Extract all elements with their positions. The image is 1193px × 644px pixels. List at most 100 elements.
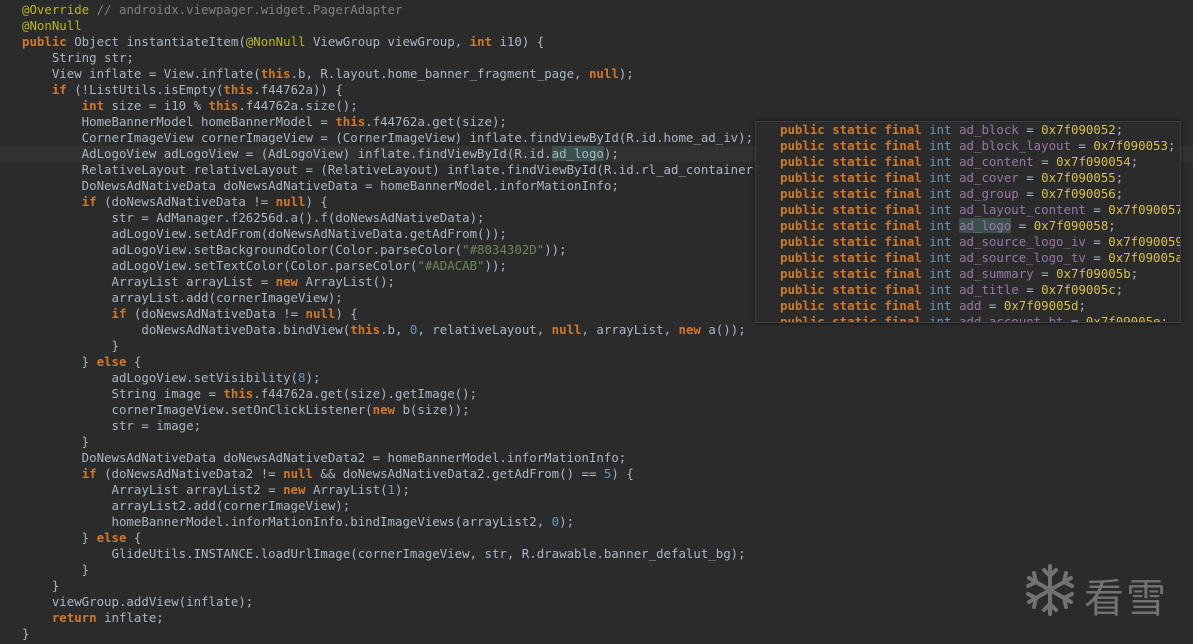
popup-entry[interactable]: public static final int ad_block_layout … [780,138,1175,154]
code-token: new [283,482,306,497]
code-token: ArrayList arrayList = [22,274,276,289]
code-line[interactable]: ArrayList arrayList = new ArrayList(); [22,274,396,290]
popup-entry[interactable]: public static final int ad_summary = 0x7… [780,266,1138,282]
popup-entry[interactable]: public static final int ad_content = 0x7… [780,154,1138,170]
code-line[interactable]: adLogoView.setAdFrom(doNewsAdNativeData.… [22,226,507,242]
code-line[interactable]: adLogoView.setBackgroundColor(Color.pars… [22,242,567,258]
code-line[interactable]: DoNewsAdNativeData doNewsAdNativeData = … [22,178,619,194]
entry-modifiers: public static final [780,314,922,323]
code-token: null [305,306,336,321]
code-line[interactable]: @NonNull [22,18,82,34]
code-token: null [283,466,313,481]
code-token: @Override [22,2,90,17]
entry-type: int [929,250,952,265]
code-line[interactable]: @Override // androidx.viewpager.widget.P… [22,2,402,18]
code-token: @NonNull [245,34,306,49]
popup-entry[interactable]: public static final int ad_source_logo_t… [780,250,1180,266]
code-token: b(size)); [395,402,470,417]
entry-value: 0x7f090052 [1041,122,1116,137]
code-line[interactable]: View inflate = View.inflate(this.b, R.la… [22,66,634,82]
popup-entry[interactable]: public static final int add_account_bt =… [780,314,1168,323]
code-line[interactable]: } else { [22,354,142,370]
code-token: RelativeLayout relativeLayout = (Relativ… [22,162,768,177]
code-line[interactable]: } [22,338,119,354]
entry-type: int [929,202,952,217]
code-line[interactable]: arrayList.add(cornerImageView); [22,290,343,306]
code-token: @NonNull [22,18,82,33]
code-line[interactable]: str = image; [22,418,202,434]
code-line[interactable]: String image = this.f44762a.get(size).ge… [22,386,478,402]
entry-modifiers: public static final [780,154,922,169]
code-token: ); [603,146,619,161]
entry-name: ad_cover [959,170,1019,185]
code-line[interactable]: } [22,562,89,578]
code-line[interactable]: if (doNewsAdNativeData != null) { [22,194,328,210]
code-line[interactable]: int size = i10 % this.f44762a.size(); [22,98,358,114]
code-line[interactable]: if (doNewsAdNativeData != null) { [22,306,358,322]
code-line[interactable]: public Object instantiateItem(@NonNull V… [22,34,544,50]
code-line[interactable]: cornerImageView.setOnClickListener(new b… [22,402,470,418]
entry-type: int [929,234,952,249]
code-line[interactable]: str = AdManager.f26256d.a().f(doNewsAdNa… [22,210,485,226]
code-line[interactable]: String str; [22,50,134,66]
popup-entry[interactable]: public static final int ad_logo = 0x7f09… [780,218,1116,234]
code-token: str = image; [22,418,202,433]
code-line[interactable]: CornerImageView cornerImageView = (Corne… [22,130,753,146]
entry-modifiers: public static final [780,234,922,249]
code-line[interactable]: return inflate; [22,610,164,626]
code-line[interactable]: homeBannerModel.inforMationInfo.bindImag… [22,514,575,530]
code-line[interactable]: } [22,434,89,450]
popup-entry[interactable]: public static final int ad_cover = 0x7f0… [780,170,1123,186]
code-line[interactable]: } [22,578,59,594]
code-line[interactable]: } else { [22,530,142,546]
code-line[interactable]: DoNewsAdNativeData doNewsAdNativeData2 =… [22,450,627,466]
resource-ids-popup[interactable]: public static final int ad_block = 0x7f0… [755,121,1181,323]
code-line[interactable]: if (doNewsAdNativeData2 != null && doNew… [22,466,634,482]
code-token: } [22,562,90,577]
popup-entry[interactable]: public static final int ad_layout_conten… [780,202,1181,218]
code-token: DoNewsAdNativeData doNewsAdNativeData2 =… [22,450,627,465]
popup-entry[interactable]: public static final int ad_block = 0x7f0… [780,122,1123,138]
popup-entry[interactable]: public static final int add = 0x7f09005d… [780,298,1086,314]
code-line[interactable]: ArrayList arrayList2 = new ArrayList(1); [22,482,410,498]
popup-entry[interactable]: public static final int ad_group = 0x7f0… [780,186,1123,202]
code-token: arrayList.add(cornerImageView); [22,290,343,305]
code-line[interactable]: } [22,626,29,642]
code-token: } [22,626,30,641]
code-token: new [678,322,701,337]
popup-entry[interactable]: public static final int ad_title = 0x7f0… [780,282,1123,298]
code-token: this [208,98,239,113]
entry-value: 0x7f090057 [1108,202,1181,217]
entry-value: 0x7f09005d [1003,298,1079,313]
entry-type: int [929,170,952,185]
code-token: } [22,530,97,545]
code-token: DoNewsAdNativeData doNewsAdNativeData = … [22,178,619,193]
entry-modifiers: public static final [780,218,922,233]
code-line[interactable]: GlideUtils.INSTANCE.loadUrlImage(cornerI… [22,546,746,562]
code-line[interactable]: RelativeLayout relativeLayout = (Relativ… [22,162,768,178]
code-token: 0 [551,514,560,529]
code-token: public [22,34,67,49]
entry-modifiers: public static final [780,250,922,265]
code-token: cornerImageView.setOnClickListener( [22,402,373,417]
code-token: // androidx.viewpager.widget.PagerAdapte… [89,2,403,17]
code-line[interactable]: viewGroup.addView(inflate); [22,594,253,610]
code-token: AdLogoView adLogoView = (AdLogoView) inf… [22,146,552,161]
popup-entry[interactable]: public static final int ad_source_logo_i… [780,234,1180,250]
code-line[interactable]: adLogoView.setTextColor(Color.parseColor… [22,258,507,274]
code-token: i10) { [492,34,545,49]
code-line[interactable]: arrayList2.add(cornerImageView); [22,498,351,514]
code-token: } [22,354,97,369]
code-token: )); [484,258,507,273]
code-line[interactable]: doNewsAdNativeData.bindView(this.b, 0, r… [22,322,745,338]
code-token: ); [559,514,575,529]
code-line[interactable]: if (!ListUtils.isEmpty(this.f44762a)) { [22,82,343,98]
code-line[interactable]: adLogoView.setVisibility(8); [22,370,321,386]
entry-value: 0x7f09005b [1056,266,1131,281]
code-line[interactable]: HomeBannerModel homeBannerModel = this.f… [22,114,507,130]
entry-value: 0x7f090055 [1041,170,1116,185]
